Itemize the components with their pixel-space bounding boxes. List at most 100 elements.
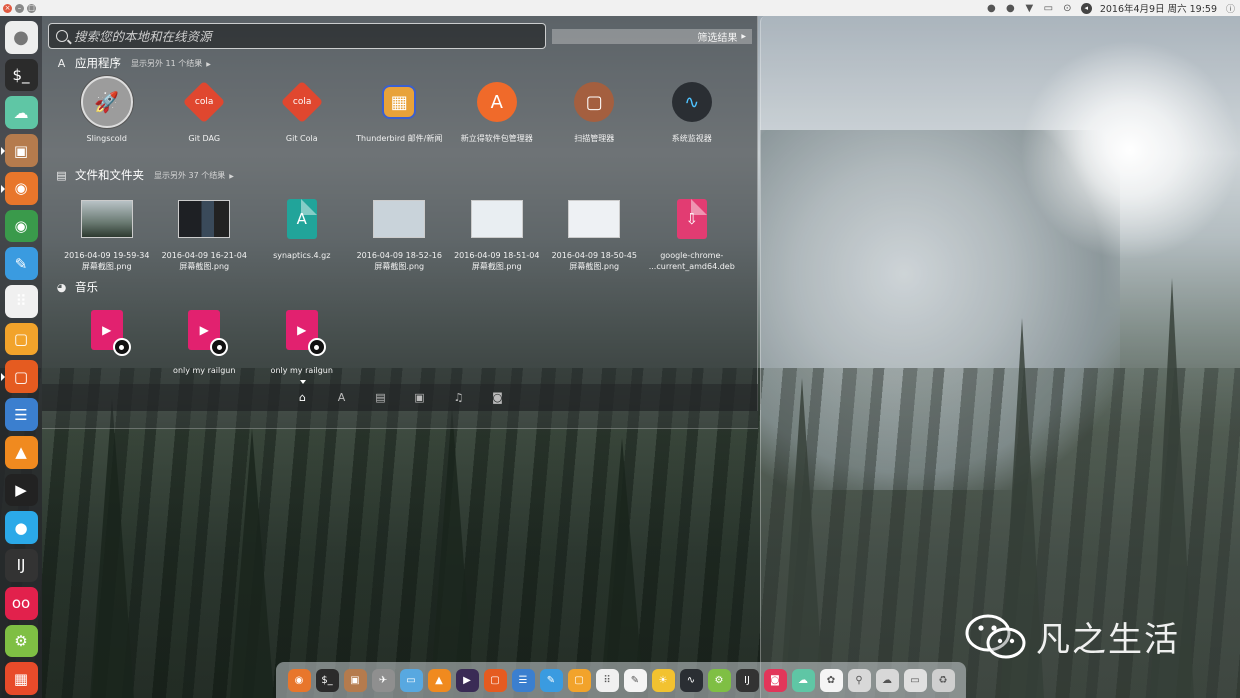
cloud-icon[interactable]: ☁ — [791, 668, 815, 692]
flickr-app-icon-glyph: oo — [11, 594, 31, 613]
home-lens-icon[interactable]: ⌂ — [283, 391, 322, 404]
file-result[interactable]: 2016-04-09 18-52-16 屏幕截图.png — [351, 190, 449, 272]
app-result[interactable]: ∿ 系统监视器 — [643, 76, 741, 144]
camera-app-icon[interactable]: ◙ — [763, 668, 787, 692]
app-result[interactable]: ▦ Thunderbird 邮件/新闻 — [351, 76, 449, 144]
gear-app-icon[interactable]: ⚙ — [4, 624, 38, 658]
watermark-text: 凡之生活 — [1036, 620, 1180, 660]
rocket-icon: 🚀 — [80, 76, 133, 128]
music-result[interactable]: ▶ only my railgun — [156, 304, 254, 376]
weather-icon[interactable]: ☀ — [651, 668, 675, 692]
terminal-icon[interactable]: $_ — [315, 668, 339, 692]
dock-glyph: ☀ — [658, 674, 668, 686]
textedit-icon[interactable]: ✎ — [623, 668, 647, 692]
drive-icon[interactable]: ▭ — [903, 668, 927, 692]
notes-icon[interactable]: ▢ — [4, 322, 38, 356]
close-icon[interactable]: × — [3, 3, 12, 13]
intellij-icon[interactable]: IJ — [4, 549, 38, 582]
app-result[interactable]: cola Git DAG — [156, 76, 254, 144]
flickr-app-icon[interactable]: oo — [4, 586, 38, 620]
file-result[interactable]: 2016-04-09 18-51-04 屏幕截图.png — [448, 190, 546, 272]
firefox-icon[interactable]: ◉ — [287, 668, 311, 692]
windows-app-icon[interactable]: ▦ — [4, 662, 38, 695]
settings-toggle-icon[interactable]: ☰ — [4, 398, 38, 431]
file-result[interactable]: 2016-04-09 19-59-34 屏幕截图.png — [58, 190, 156, 272]
background-window[interactable] — [760, 16, 1240, 698]
network-drive-icon[interactable]: ☁ — [875, 668, 899, 692]
dots-app-icon[interactable]: ⠿ — [595, 668, 619, 692]
media-player-icon-glyph: ▶ — [15, 480, 27, 499]
music-result[interactable]: ▶ only my railgun — [253, 304, 351, 376]
screenshot-thumbnail-image — [178, 200, 231, 238]
chat-app-icon[interactable]: ● — [4, 511, 38, 545]
file-label-secondary: 屏幕截图.png — [374, 262, 425, 271]
app-result[interactable]: A 新立得软件包管理器 — [448, 76, 546, 144]
file-result[interactable]: 2016-04-09 18-50-45 屏幕截图.png — [546, 190, 644, 272]
gear-app-icon[interactable]: ⚙ — [707, 668, 731, 692]
music-file-badge: ▶ — [90, 310, 131, 356]
synaptic-icon-badge: A — [476, 82, 517, 122]
archive-manager-icon[interactable]: ▣ — [343, 668, 367, 692]
battery-icon[interactable]: ▭ — [1043, 3, 1054, 14]
software-center-icon[interactable]: ▢ — [483, 668, 507, 692]
safari-icon[interactable]: ✎ — [539, 668, 563, 692]
chrome-icon[interactable]: ◉ — [4, 209, 38, 243]
terminal-icon[interactable]: $_ — [4, 58, 38, 92]
intellij-icon[interactable]: IJ — [735, 668, 759, 692]
search-input[interactable] — [74, 28, 534, 44]
applications-lens-icon[interactable]: A — [322, 391, 361, 404]
files-lens-icon[interactable]: ▤ — [361, 391, 400, 404]
archive-icon-badge: A — [286, 199, 317, 239]
dock-glyph: ☰ — [518, 674, 528, 686]
deb-package-icon-badge: ⇩ — [676, 199, 707, 239]
dash-shadow — [42, 411, 758, 429]
software-center-icon[interactable]: ▢ — [0, 360, 38, 394]
app-result[interactable]: ▢ 扫描管理器 — [546, 76, 644, 144]
input-method-icon[interactable]: ⊙ — [1062, 3, 1073, 14]
file-result[interactable]: ⇩ google-chrome- ...current_amd64.deb — [643, 190, 741, 272]
photos-icon[interactable]: ✿ — [819, 668, 843, 692]
minimize-icon[interactable]: – — [15, 3, 24, 13]
power-icon[interactable]: ⓘ — [1225, 3, 1236, 15]
file-label: 2016-04-09 18-51-04 — [454, 251, 540, 260]
datetime-label[interactable]: 2016年4月9日 周六 19:59 — [1100, 1, 1217, 15]
chat-icon[interactable]: ● — [1005, 3, 1016, 14]
app-result[interactable]: cola Git Cola — [253, 76, 351, 144]
file-label: 2016-04-09 18-52-16 — [356, 251, 442, 260]
settings-toggle-icon[interactable]: ☰ — [511, 668, 535, 692]
safari-icon[interactable]: ✎ — [4, 247, 38, 281]
media-player-icon[interactable]: ▶ — [4, 473, 38, 507]
wifi-icon[interactable]: ▼ — [1024, 3, 1035, 14]
maximize-icon[interactable]: □ — [27, 3, 36, 13]
filter-results-button[interactable]: 筛选结果 ▶ — [552, 29, 752, 44]
dots-app-icon[interactable]: ⠿ — [4, 285, 38, 318]
media-player-icon[interactable]: ▶ — [455, 668, 479, 692]
music-result[interactable]: ▶ — [58, 304, 156, 376]
vlc-icon[interactable]: ▲ — [4, 435, 38, 469]
vlc-icon[interactable]: ▲ — [427, 668, 451, 692]
dock-glyph: ◉ — [294, 674, 304, 686]
archive-manager-icon[interactable]: ▣ — [0, 134, 38, 167]
search-box[interactable] — [48, 23, 546, 49]
trash-icon[interactable]: ♻ — [931, 668, 955, 692]
app-result[interactable]: 🚀 Slingscold — [58, 76, 156, 144]
usb-drive-icon[interactable]: ⚲ — [847, 668, 871, 692]
system-monitor-icon[interactable]: ∿ — [679, 668, 703, 692]
cloud-icon[interactable]: ☁ — [4, 96, 38, 130]
volume-icon[interactable]: ◂ — [1080, 2, 1092, 14]
file-result[interactable]: 2016-04-09 16-21-04 屏幕截图.png — [156, 190, 254, 272]
folder-icon[interactable]: ▭ — [399, 668, 423, 692]
video-lens-icon[interactable]: ▣ — [400, 391, 439, 404]
notes-icon-glyph: ▢ — [13, 330, 29, 349]
dash-home-icon[interactable]: ● — [4, 21, 38, 54]
ime-icon[interactable]: ● — [986, 3, 997, 14]
photos-lens-icon[interactable]: ◙ — [478, 391, 517, 404]
music-lens-icon[interactable]: ♫ — [439, 391, 478, 404]
files-more-results[interactable]: 显示另外 37 个结果 ▶ — [154, 170, 234, 181]
app-label: Git DAG — [188, 134, 221, 143]
notes-icon[interactable]: ▢ — [567, 668, 591, 692]
file-result[interactable]: Asynaptics.4.gz — [253, 190, 351, 272]
launchpad-icon[interactable]: ✈ — [371, 668, 395, 692]
firefox-icon[interactable]: ◉ — [0, 171, 38, 205]
applications-more-results[interactable]: 显示另外 11 个结果 ▶ — [131, 58, 211, 69]
